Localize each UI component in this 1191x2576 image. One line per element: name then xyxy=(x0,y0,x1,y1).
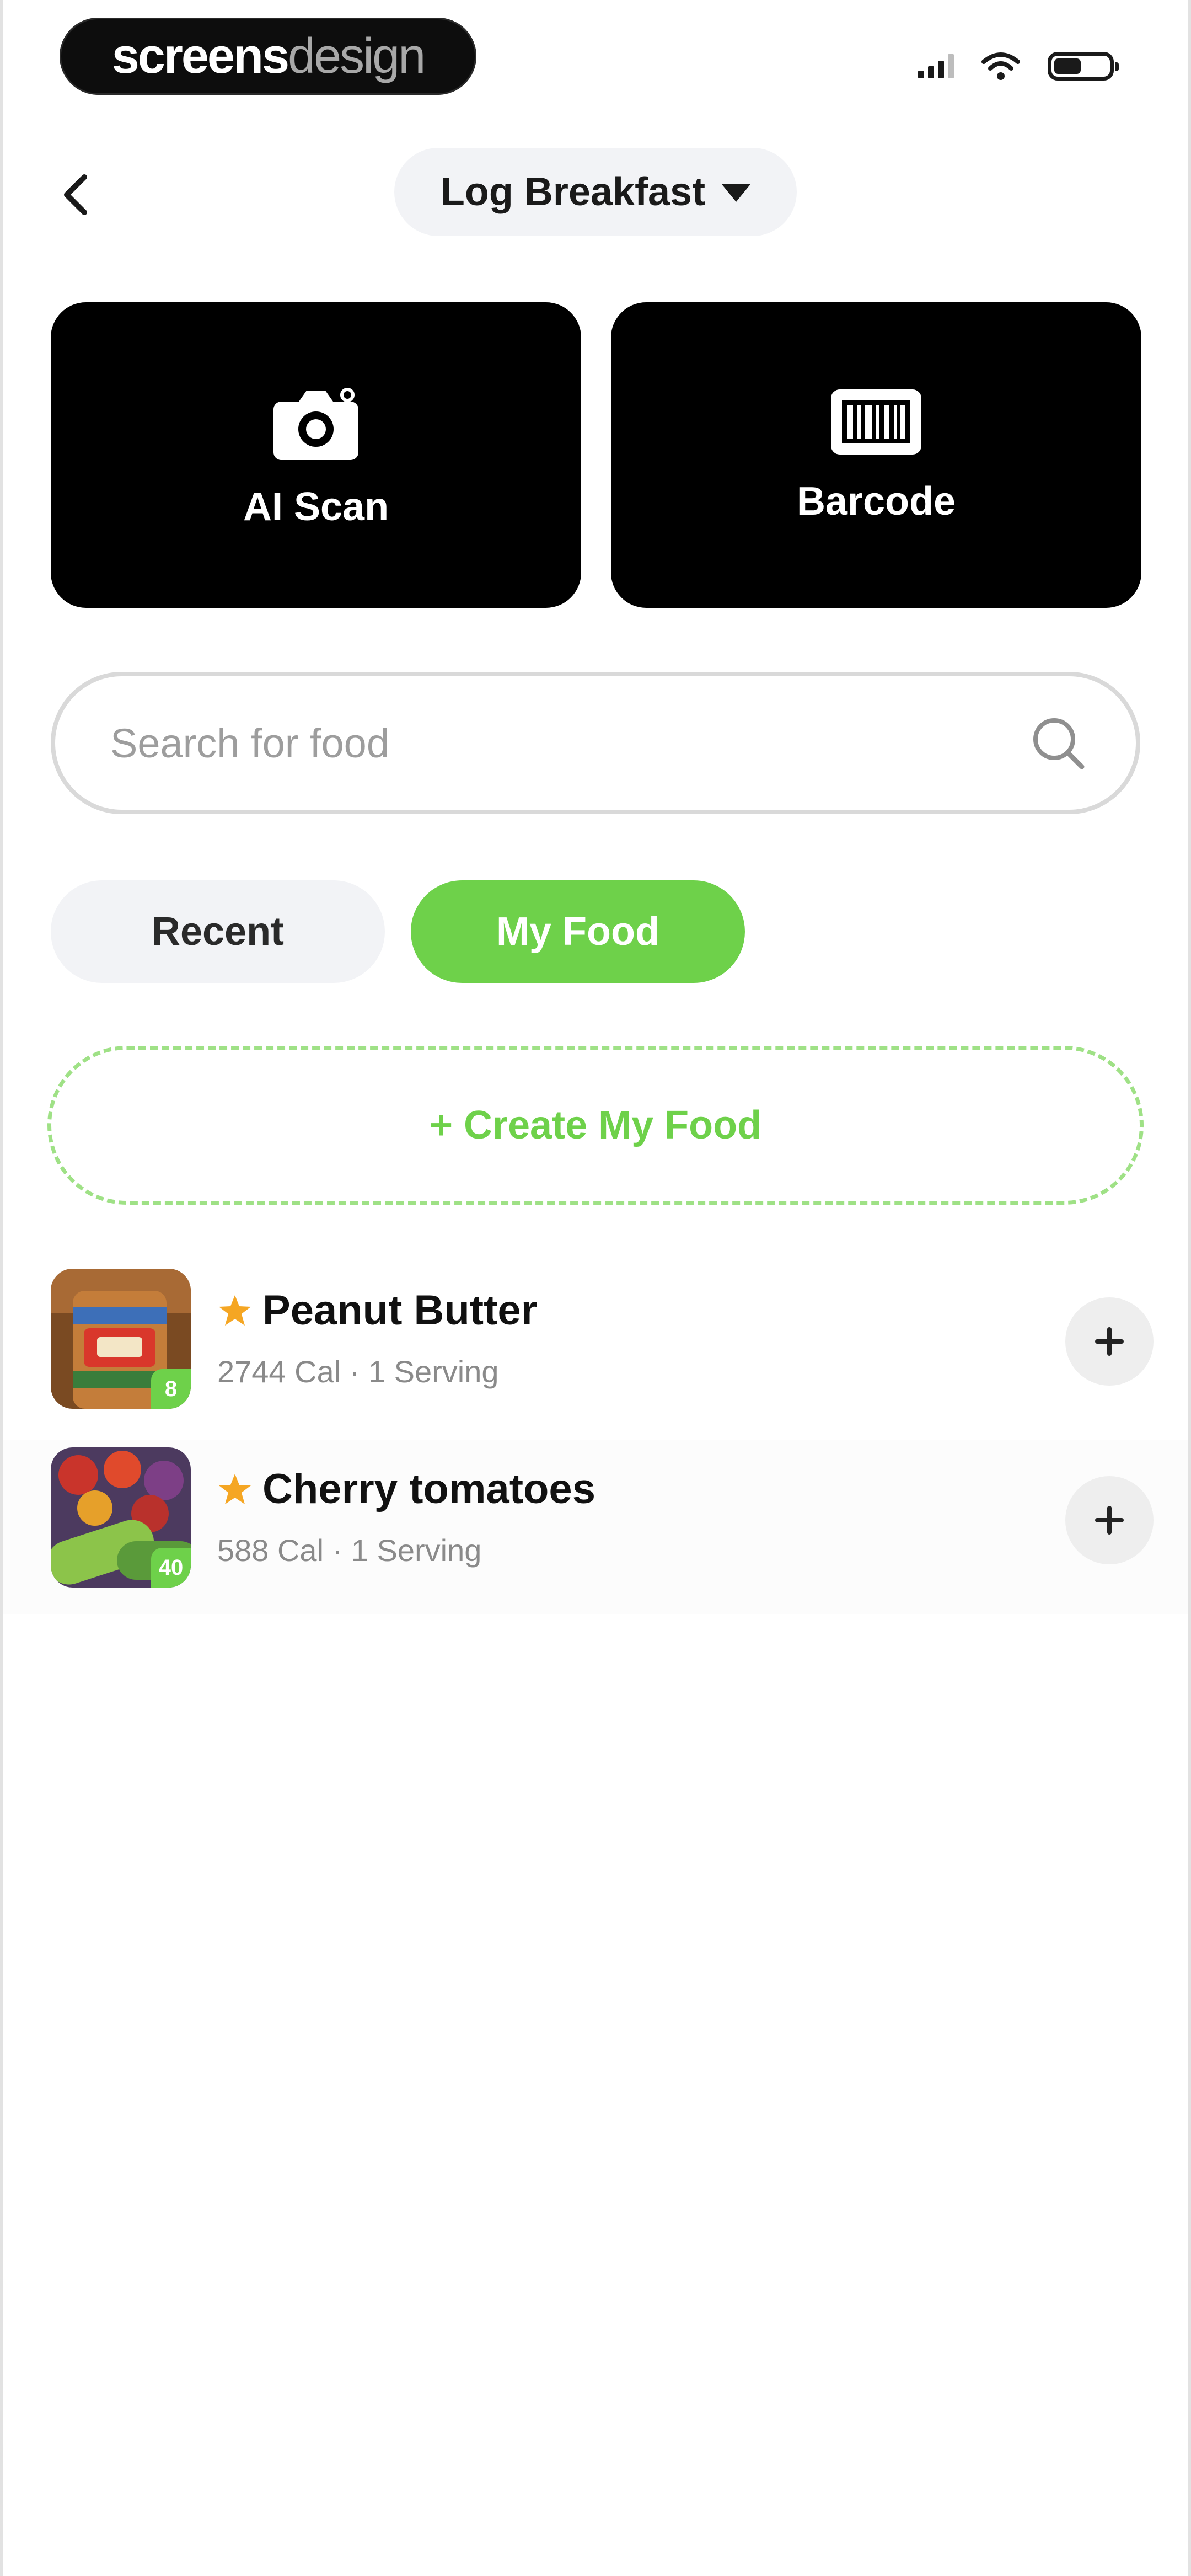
food-list-item[interactable]: 8 Peanut Butter 2744 Cal · 1 Serving xyxy=(0,1261,1191,1435)
add-food-button[interactable] xyxy=(1065,1476,1154,1564)
meal-selector-label: Log Breakfast xyxy=(440,170,706,214)
barcode-label: Barcode xyxy=(796,479,956,523)
wifi-icon xyxy=(981,52,1020,80)
ai-scan-label: AI Scan xyxy=(243,485,389,529)
barcode-button[interactable]: Barcode xyxy=(611,302,1141,608)
search-icon[interactable] xyxy=(1028,713,1088,773)
cherry-tomatoes-thumbnail: 40 xyxy=(51,1447,191,1588)
food-name: Peanut Butter xyxy=(262,1287,538,1334)
tab-recent[interactable]: Recent xyxy=(51,880,385,983)
plus-icon xyxy=(1095,1506,1124,1535)
peanut-butter-thumbnail: 8 xyxy=(51,1269,191,1409)
screensdesign-logo: screensdesign xyxy=(60,18,476,95)
back-button[interactable] xyxy=(51,164,100,225)
battery-icon xyxy=(1048,52,1119,81)
caret-down-icon xyxy=(722,184,751,202)
meal-selector[interactable]: Log Breakfast xyxy=(394,148,797,236)
chevron-left-icon xyxy=(64,174,87,215)
star-icon xyxy=(219,1295,251,1326)
create-my-food-button[interactable]: + Create My Food xyxy=(47,1046,1144,1205)
thumbnail-badge: 40 xyxy=(151,1548,191,1588)
add-food-button[interactable] xyxy=(1065,1297,1154,1386)
star-icon xyxy=(219,1473,251,1504)
cellular-signal-icon xyxy=(918,54,954,78)
ai-scan-button[interactable]: AI Scan xyxy=(51,302,581,608)
search-input[interactable] xyxy=(109,719,1028,767)
food-list-item[interactable]: 40 Cherry tomatoes 588 Cal · 1 Serving xyxy=(0,1440,1191,1614)
food-calories-serving: 588 Cal · 1 Serving xyxy=(217,1533,482,1568)
tab-my-food[interactable]: My Food xyxy=(411,880,745,983)
food-calories-serving: 2744 Cal · 1 Serving xyxy=(217,1354,499,1389)
brand-primary-text: screens xyxy=(111,28,289,84)
status-icons xyxy=(918,51,1119,82)
brand-secondary-text: design xyxy=(288,28,426,84)
camera-icon xyxy=(273,388,358,460)
plus-icon xyxy=(1095,1327,1124,1356)
food-name: Cherry tomatoes xyxy=(262,1466,596,1513)
barcode-icon xyxy=(831,389,921,455)
thumbnail-badge: 8 xyxy=(151,1369,191,1409)
search-bar xyxy=(51,672,1140,814)
